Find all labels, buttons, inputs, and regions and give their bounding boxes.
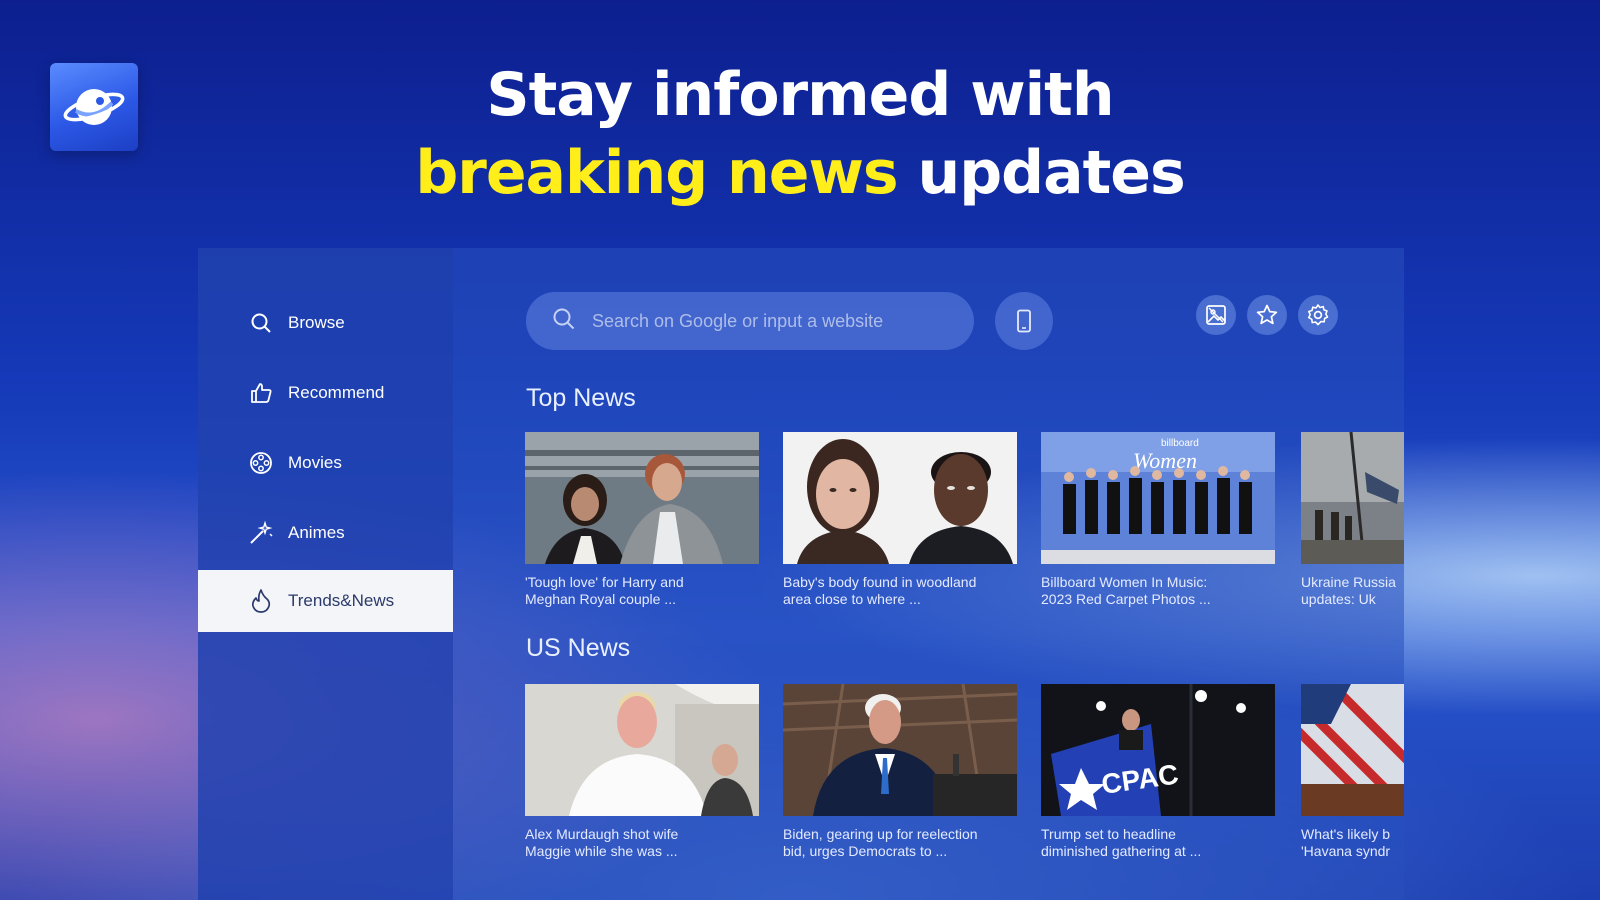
news-caption: Ukraine Russia updates: Uk — [1301, 574, 1396, 607]
browser-window: Browse Recommend Movies Animes Trends&Ne… — [198, 248, 1404, 900]
image-icon — [1206, 305, 1226, 325]
sidebar-item-label: Trends&News — [288, 591, 395, 610]
news-caption: Billboard Women In Music: 2023 Red Carpe… — [1041, 574, 1211, 607]
gear-icon — [1307, 304, 1329, 326]
magic-wand-icon — [248, 520, 274, 546]
bookmarks-button[interactable] — [1247, 295, 1287, 335]
film-reel-icon — [248, 450, 274, 476]
star-icon — [1256, 304, 1278, 325]
sidebar-item-recommend[interactable]: Recommend — [198, 362, 453, 424]
women-text: Women — [1133, 448, 1197, 473]
phone-cast-button[interactable] — [995, 292, 1053, 350]
sidebar-item-label: Animes — [288, 523, 345, 542]
headline-line-1: Stay informed with — [486, 60, 1114, 130]
news-card[interactable]: Baby's body found in woodland area close… — [783, 432, 1017, 608]
section-title-us-news: US News — [526, 634, 631, 662]
headline-rest: updates — [897, 138, 1185, 208]
news-thumbnail — [525, 684, 759, 816]
news-card[interactable]: 'Tough love' for Harry and Meghan Royal … — [525, 432, 759, 608]
news-thumbnail — [525, 432, 759, 564]
settings-button[interactable] — [1298, 295, 1338, 335]
sidebar-item-trends-news[interactable]: Trends&News — [198, 570, 453, 632]
news-card[interactable]: Alex Murdaugh shot wife Maggie while she… — [525, 684, 759, 860]
news-caption: Baby's body found in woodland area close… — [783, 574, 977, 607]
sidebar-item-browse[interactable]: Browse — [198, 292, 453, 354]
news-card[interactable]: Ukraine Russia updates: Uk — [1301, 432, 1404, 608]
image-mode-button[interactable] — [1196, 295, 1236, 335]
phone-icon — [1017, 309, 1031, 333]
news-thumbnail: CPAC — [1041, 684, 1275, 816]
sidebar-item-label: Browse — [288, 313, 345, 332]
news-caption: Biden, gearing up for reelection bid, ur… — [783, 826, 978, 859]
main-content: Top News 'Tough — [453, 248, 1404, 900]
thumbs-up-icon — [248, 380, 274, 406]
flame-icon — [248, 588, 274, 614]
news-thumbnail — [1301, 684, 1404, 816]
news-thumbnail — [783, 432, 1017, 564]
sidebar-item-label: Movies — [288, 453, 342, 472]
search-icon — [552, 307, 576, 336]
news-caption: What's likely b 'Havana syndr — [1301, 826, 1391, 859]
search-input[interactable] — [592, 310, 952, 332]
news-card[interactable]: CPAC Trump set to headline diminished ga… — [1041, 684, 1275, 860]
sidebar: Browse Recommend Movies Animes Trends&Ne… — [198, 248, 453, 900]
section-title-top-news: Top News — [526, 384, 636, 412]
news-card[interactable]: billboard Women Billboard Women In Music… — [1041, 432, 1275, 608]
news-thumbnail — [783, 684, 1017, 816]
news-caption: 'Tough love' for Harry and Meghan Royal … — [525, 574, 684, 607]
sidebar-item-movies[interactable]: Movies — [198, 432, 453, 494]
news-caption: Trump set to headline diminished gatheri… — [1041, 826, 1202, 859]
news-card[interactable]: What's likely b 'Havana syndr — [1301, 684, 1404, 860]
news-caption: Alex Murdaugh shot wife Maggie while she… — [525, 826, 679, 859]
search-bar[interactable] — [526, 292, 974, 350]
headline-highlight: breaking news — [415, 138, 898, 208]
news-card[interactable]: Biden, gearing up for reelection bid, ur… — [783, 684, 1017, 860]
news-thumbnail: billboard Women — [1041, 432, 1275, 564]
headline-line-2: breaking news updates — [0, 138, 1600, 208]
sidebar-item-label: Recommend — [288, 383, 385, 402]
search-icon — [248, 310, 274, 336]
sidebar-item-animes[interactable]: Animes — [198, 502, 453, 564]
news-thumbnail — [1301, 432, 1404, 564]
